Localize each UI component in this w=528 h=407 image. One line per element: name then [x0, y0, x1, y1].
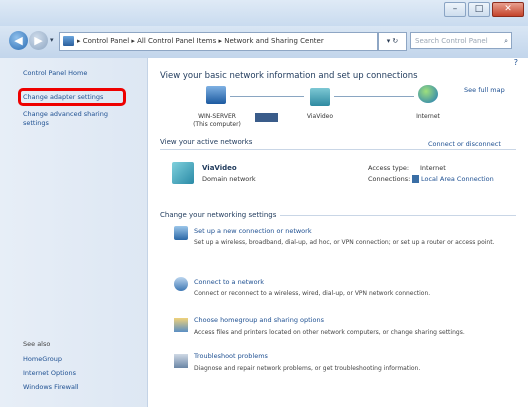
address-refresh-button[interactable]: ▾ ↻	[378, 32, 407, 51]
recent-pages-dropdown[interactable]: ▾	[50, 36, 54, 44]
see-also-internet-options[interactable]: Internet Options	[23, 369, 76, 378]
sidebar: Control Panel Home Change adapter settin…	[0, 58, 148, 407]
back-button[interactable]: ◀	[9, 31, 28, 50]
access-type-value: Internet	[420, 164, 446, 172]
internet-globe-icon	[418, 85, 438, 103]
computer-icon	[206, 86, 226, 104]
local-area-connection-link[interactable]: Local Area Connection	[412, 175, 494, 183]
network-label: ViaVideo	[306, 113, 334, 120]
homegroup-sharing-desc: Access files and printers located on oth…	[194, 329, 465, 336]
connection-icon	[412, 175, 419, 183]
page-title: View your basic network information and …	[160, 71, 418, 81]
network-icon	[310, 88, 330, 106]
homegroup-icon	[174, 318, 188, 332]
change-settings-heading: Change your networking settings	[160, 211, 277, 219]
connections-label: Connections:	[368, 175, 411, 183]
new-connection-icon	[174, 226, 188, 240]
search-icon[interactable]: ⌕	[504, 33, 508, 50]
connect-network-icon	[174, 277, 188, 291]
computer-label: WIN-SERVER (This computer)	[184, 113, 250, 129]
homegroup-sharing-link[interactable]: Choose homegroup and sharing options	[194, 316, 324, 324]
help-icon[interactable]: ?	[514, 58, 518, 67]
connect-to-network-desc: Connect or reconnect to a wireless, wire…	[194, 290, 431, 297]
search-placeholder: Search Control Panel	[415, 37, 488, 45]
sidebar-item-change-advanced-sharing-line2[interactable]: settings	[23, 119, 49, 128]
connection-line	[230, 96, 304, 97]
internet-label: Internet	[416, 113, 440, 120]
redaction-block	[255, 113, 278, 122]
window-controls: – □ ✕	[444, 2, 524, 17]
search-input[interactable]: Search Control Panel ⌕	[410, 32, 512, 49]
divider	[280, 215, 516, 216]
connection-line	[334, 96, 414, 97]
main-content: ? View your basic network information an…	[148, 58, 528, 407]
control-panel-icon	[63, 36, 74, 46]
close-button[interactable]: ✕	[492, 2, 524, 17]
active-networks-heading: View your active networks	[160, 138, 253, 146]
troubleshoot-link[interactable]: Troubleshoot problems	[194, 352, 268, 360]
setup-new-connection-desc: Set up a wireless, broadband, dial-up, a…	[194, 239, 495, 246]
see-also-homegroup[interactable]: HomeGroup	[23, 355, 62, 364]
address-field[interactable]: ▸ Control Panel ▸ All Control Panel Item…	[59, 32, 378, 51]
maximize-button[interactable]: □	[468, 2, 490, 17]
sidebar-item-change-advanced-sharing[interactable]: Change advanced sharing	[23, 110, 108, 119]
connect-or-disconnect-link[interactable]: Connect or disconnect	[428, 140, 501, 148]
address-toolbar: ◀ ▶ ▾ ▸ Control Panel ▸ All Control Pane…	[0, 26, 528, 59]
see-full-map-link[interactable]: See full map	[464, 86, 505, 94]
connect-to-network-link[interactable]: Connect to a network	[194, 278, 264, 286]
connections-value: Local Area Connection	[421, 175, 494, 183]
title-bar: – □ ✕	[0, 0, 528, 26]
access-type-label: Access type:	[368, 164, 410, 172]
troubleshoot-icon	[174, 354, 188, 368]
computer-subtitle: (This computer)	[193, 121, 241, 128]
highlight-box	[18, 88, 126, 106]
network-bench-icon	[172, 162, 194, 184]
minimize-button[interactable]: –	[444, 2, 466, 17]
divider	[160, 149, 516, 150]
troubleshoot-desc: Diagnose and repair network problems, or…	[194, 365, 421, 372]
breadcrumb[interactable]: ▸ Control Panel ▸ All Control Panel Item…	[77, 37, 324, 45]
computer-name: WIN-SERVER	[198, 113, 236, 120]
see-also-windows-firewall[interactable]: Windows Firewall	[23, 383, 79, 392]
network-name: ViaVideo	[202, 164, 237, 172]
see-also-heading: See also	[23, 340, 51, 348]
sidebar-control-panel-home[interactable]: Control Panel Home	[23, 69, 87, 78]
network-type-link[interactable]: Domain network	[202, 175, 256, 183]
forward-button[interactable]: ▶	[29, 31, 48, 50]
setup-new-connection-link[interactable]: Set up a new connection or network	[194, 227, 312, 235]
